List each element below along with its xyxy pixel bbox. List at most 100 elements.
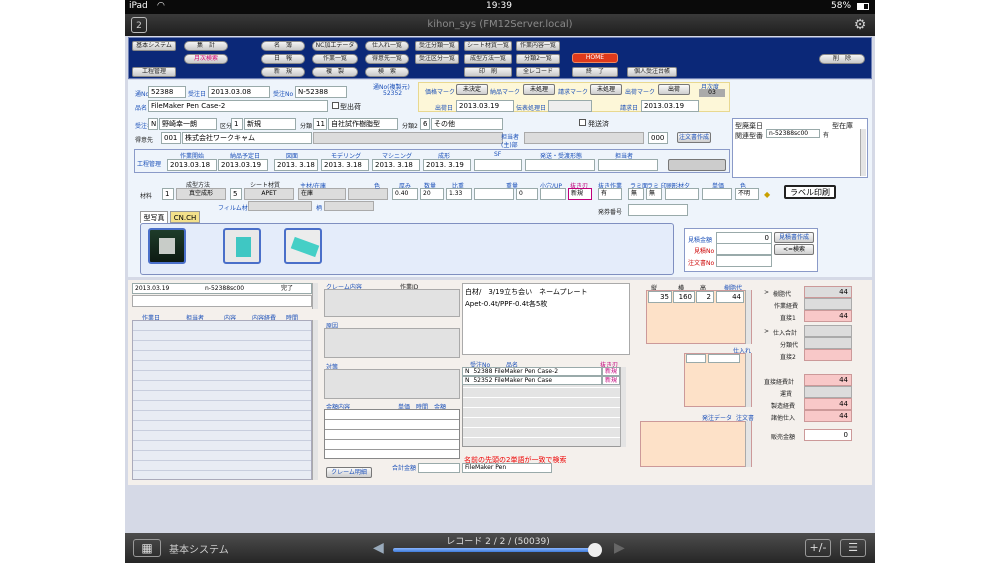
nav-delete-button[interactable]: 削 除 <box>819 54 865 64</box>
tokui-extra-field[interactable] <box>313 132 503 144</box>
nav-system-button[interactable]: 基本システム <box>132 41 176 51</box>
dims-taka[interactable]: 2 <box>696 291 714 303</box>
gear-icon[interactable]: ⚙ <box>852 17 868 33</box>
log-scrollbar[interactable] <box>312 283 318 309</box>
nav-nippo-button[interactable]: 日 報 <box>261 54 305 64</box>
suryo-field[interactable]: 20 <box>420 188 444 200</box>
hacchu-table[interactable] <box>640 421 752 467</box>
tanto-field[interactable] <box>524 132 644 144</box>
related-search-field[interactable]: FileMaker Pen <box>462 463 552 473</box>
layout-icon[interactable]: ▦ <box>133 539 161 557</box>
find-icon[interactable]: ☰ <box>840 539 866 557</box>
lami-field[interactable]: 無 <box>628 188 644 200</box>
nav-juchu-bunrui-button[interactable]: 受注分類一覧 <box>415 41 459 51</box>
bunrui-code[interactable]: 11 <box>313 118 327 130</box>
record-slider[interactable] <box>393 548 598 552</box>
process-status-button[interactable] <box>668 159 726 171</box>
kakaku-button[interactable]: 未決定 <box>456 84 488 95</box>
photo-thumb-1[interactable] <box>148 228 186 264</box>
jyuryo-field[interactable] <box>474 188 514 200</box>
film-field[interactable] <box>248 201 312 211</box>
jyuryo-value[interactable]: 0 <box>516 188 538 200</box>
nav-nc-button[interactable]: NC加工データ <box>312 41 358 51</box>
mitsumori-no-field[interactable] <box>716 243 772 255</box>
hiju-field[interactable]: 1.33 <box>446 188 472 200</box>
memo-field[interactable]: 白材/ 3/19立ち会い ネームプレート Apet-0.4t/PPF-0.4t各… <box>462 283 630 355</box>
lami-insatsu-field[interactable]: 無 <box>646 188 662 200</box>
add-delete-record-icon[interactable]: +∕- <box>805 539 831 557</box>
nohin-yotei-field[interactable]: 2013.03.19 <box>218 159 268 171</box>
photo-thumb-2[interactable] <box>223 228 261 264</box>
zaiko-extra-field[interactable] <box>348 188 388 200</box>
nav-search-button[interactable]: 検 索 <box>365 67 409 77</box>
bunrui2-code[interactable]: 6 <box>420 118 430 130</box>
shukka-button[interactable]: 出荷 <box>658 84 690 95</box>
expand-shiire-icon[interactable]: > <box>764 328 769 335</box>
tokui-field[interactable]: 株式会社ワークキャム <box>182 132 312 144</box>
log-table-scrollbar[interactable] <box>312 320 318 480</box>
chumon-button[interactable]: 注文書作成 <box>677 132 711 143</box>
next-record-icon[interactable]: ▶ <box>614 540 625 556</box>
shiire-cell-2[interactable] <box>708 354 740 363</box>
hasso-keitai-field[interactable] <box>525 159 595 171</box>
label-print-button[interactable]: ラベル印刷 <box>784 185 836 199</box>
nukisagyo-field[interactable]: 有 <box>598 188 622 200</box>
sf-field[interactable] <box>474 159 522 171</box>
shiire-scrollbar[interactable] <box>745 353 751 407</box>
nav-print-button[interactable]: 印 刷 <box>464 67 512 77</box>
order-no-field[interactable]: 52388 <box>148 86 186 98</box>
nukigata-field[interactable]: 新規 <box>568 188 592 200</box>
juchu-no-field[interactable]: N-52388 <box>295 86 347 98</box>
kata-checkbox[interactable] <box>332 102 339 109</box>
claim-detail-button[interactable]: クレーム明細 <box>326 467 372 478</box>
zaiko-field[interactable]: 在庫 <box>298 188 346 200</box>
keijou-field[interactable] <box>665 188 699 200</box>
tantosha-code[interactable]: N <box>148 118 158 130</box>
process-tanto-field[interactable] <box>598 159 658 171</box>
nav-shiire-button[interactable]: 仕入れ一覧 <box>365 41 409 51</box>
cost-hanbai-field[interactable]: 0 <box>804 429 852 441</box>
dims-tate[interactable]: 35 <box>648 291 672 303</box>
related-scrollbar[interactable] <box>620 367 626 447</box>
shukka-date-field[interactable]: 2013.03.19 <box>456 100 514 112</box>
bunrui2-field[interactable]: その他 <box>431 118 503 130</box>
nav-sagyo-list-button[interactable]: 作業一覧 <box>312 54 358 64</box>
nav-home-button[interactable]: HOME <box>572 53 618 63</box>
related-row-2[interactable]: N 52352 FileMaker Pen Case <box>462 376 602 385</box>
seikei-field[interactable]: 真空成形 <box>176 188 226 200</box>
nav-monthly-search-button[interactable]: 月次検索 <box>184 54 228 64</box>
nav-process-button[interactable]: 工程管理 <box>132 67 176 77</box>
layout-name[interactable]: 基本システム <box>169 541 229 556</box>
hacchu-scrollbar[interactable] <box>745 421 751 467</box>
hinmei-field[interactable]: FileMaker Pen Case-2 <box>148 100 328 112</box>
film2-field[interactable] <box>324 201 374 211</box>
nohin-button[interactable]: 未処理 <box>523 84 555 95</box>
tab-cnch[interactable]: CN.CH <box>170 211 200 223</box>
log-table[interactable] <box>132 320 312 480</box>
tokui-no-field[interactable]: 000 <box>648 132 668 144</box>
zumen-field[interactable]: 2013. 3.18 <box>274 159 318 171</box>
expand-jushi-icon[interactable]: > <box>764 289 769 296</box>
kanren-field[interactable]: n-52388sc00 <box>766 129 820 138</box>
photo-thumb-3[interactable] <box>284 228 322 264</box>
kubun-field[interactable]: 新規 <box>244 118 296 130</box>
sagyo-kaishi-field[interactable]: 2013.03.18 <box>167 159 217 171</box>
modeling-field[interactable]: 2013. 3.18 <box>321 159 369 171</box>
machining-field[interactable]: 2013. 3.18 <box>372 159 420 171</box>
tokui-code[interactable]: 001 <box>161 132 181 144</box>
nav-meibo-button[interactable]: 名 簿 <box>261 41 305 51</box>
nav-sagyo-naiyo-button[interactable]: 作業内容一覧 <box>516 41 560 51</box>
record-slider-knob[interactable] <box>588 543 602 557</box>
iro-field[interactable]: 不明 <box>735 188 759 200</box>
denpyo-field[interactable] <box>548 100 592 112</box>
prev-record-icon[interactable]: ◀ <box>373 540 384 556</box>
nav-sheet-button[interactable]: シート材質一覧 <box>464 41 512 51</box>
nav-kojin-button[interactable]: 個人受注台帳 <box>627 67 677 77</box>
related-row-1[interactable]: N 52388 FileMaker Pen Case-2 <box>462 367 602 376</box>
claim-field[interactable] <box>324 289 460 317</box>
nav-juchu-kubun-button[interactable]: 受注区分一覧 <box>415 54 459 64</box>
dakoku-field[interactable] <box>540 188 566 200</box>
gen-in-field[interactable] <box>324 328 460 358</box>
sheet-code[interactable]: 5 <box>230 188 242 200</box>
tantosha-field[interactable]: 野崎幸一朗 <box>159 118 217 130</box>
